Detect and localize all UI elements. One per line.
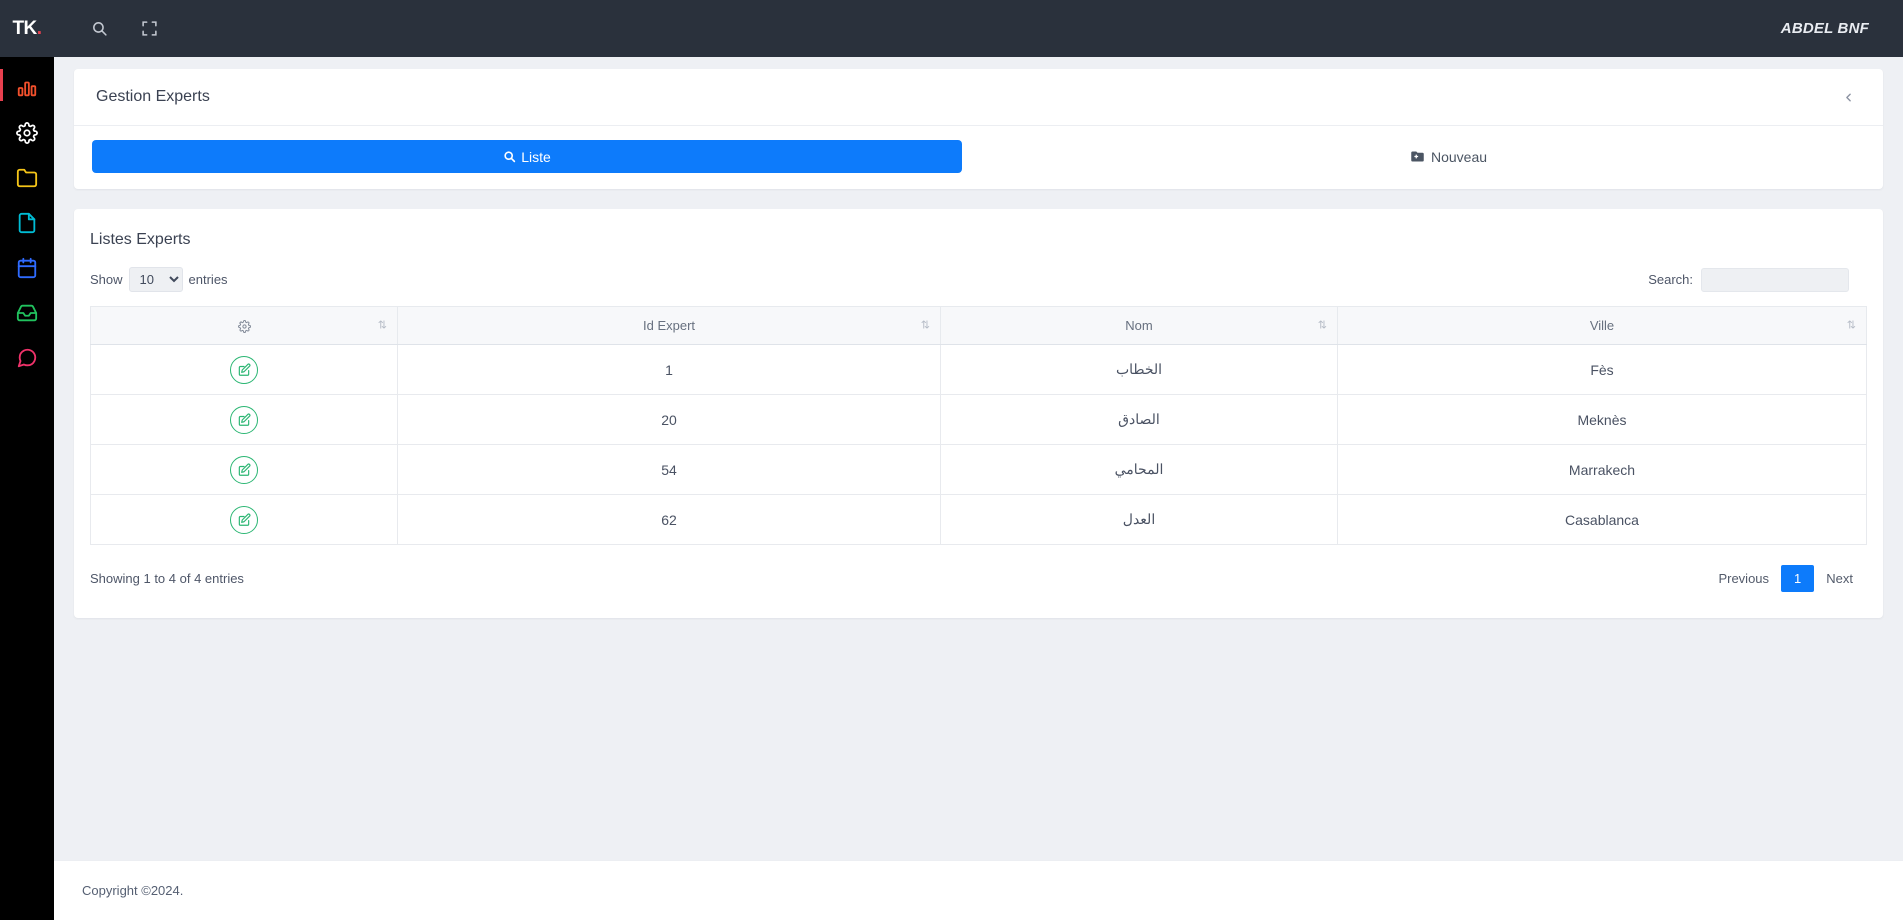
calendar-icon <box>17 257 37 278</box>
liste-button[interactable]: Liste <box>92 140 962 173</box>
cell-ville: Fès <box>1337 344 1867 395</box>
sidebar <box>0 57 54 920</box>
topbar-icon-group <box>82 12 166 46</box>
cell-ville: Casablanca <box>1337 494 1867 545</box>
file-icon <box>18 212 36 233</box>
experts-table: ⇅ Id Expert ⇅ Nom ⇅ Ville ⇅ 1 الخطاب Fès… <box>90 306 1867 545</box>
pagination: Previous 1 Next <box>1706 565 1865 592</box>
page-footer: Copyright ©2024. <box>54 860 1903 920</box>
edit-icon[interactable] <box>230 405 258 434</box>
cell-id-expert: 62 <box>397 494 941 545</box>
gear-icon <box>237 320 251 334</box>
sort-icon: ⇅ <box>920 319 930 331</box>
brand-text: TK <box>12 17 37 39</box>
cell-actions <box>90 394 398 445</box>
column-label: Id Expert <box>642 318 696 333</box>
folder-icon <box>16 168 38 187</box>
search-label: Search: <box>1648 272 1693 287</box>
cell-actions <box>90 444 398 495</box>
chevron-left-icon[interactable] <box>1836 87 1861 108</box>
pagination-previous[interactable]: Previous <box>1706 565 1781 592</box>
pagination-page-1[interactable]: 1 <box>1781 565 1815 592</box>
liste-button-label: Liste <box>521 148 551 165</box>
table-row: 62 العدل Casablanca <box>90 494 1867 545</box>
table-header-row: ⇅ Id Expert ⇅ Nom ⇅ Ville ⇅ <box>90 306 1867 345</box>
table-row: 54 المحامي Marrakech <box>90 444 1867 495</box>
sort-icon: ⇅ <box>1846 319 1856 331</box>
edit-icon[interactable] <box>230 505 258 534</box>
sort-icon: ⇅ <box>377 319 387 331</box>
action-tab-row: Liste Nouveau <box>74 126 1883 189</box>
page-title: Gestion Experts <box>96 88 210 105</box>
sidebar-item-settings[interactable] <box>0 110 54 155</box>
show-label: Show <box>90 272 123 287</box>
cell-actions <box>90 344 398 395</box>
brand-logo[interactable]: TK. <box>0 0 54 57</box>
gestion-experts-card: Gestion Experts Liste Nouveau <box>74 69 1883 189</box>
search-icon <box>504 151 516 163</box>
cell-id-expert: 20 <box>397 394 941 445</box>
nouveau-button-label: Nouveau <box>1431 148 1488 165</box>
cell-actions <box>90 494 398 545</box>
column-header-ville[interactable]: Ville ⇅ <box>1337 306 1867 345</box>
edit-icon[interactable] <box>230 355 258 384</box>
listes-experts-card: Listes Experts Show 10 25 50 100 entries… <box>74 209 1883 618</box>
card-header: Gestion Experts <box>74 69 1883 126</box>
sidebar-item-folders[interactable] <box>0 155 54 200</box>
table-row: 1 الخطاب Fès <box>90 344 1867 395</box>
edit-icon[interactable] <box>230 455 258 484</box>
datatable-controls: Show 10 25 50 100 entries Search: <box>74 249 1883 306</box>
gear-icon <box>16 121 38 144</box>
column-label: Nom <box>1125 318 1153 333</box>
column-header-id-expert[interactable]: Id Expert ⇅ <box>397 306 941 345</box>
sidebar-item-dashboard[interactable] <box>0 65 54 110</box>
search-input[interactable] <box>1701 267 1849 292</box>
cell-ville: Meknès <box>1337 394 1867 445</box>
table-body: 1 الخطاب Fès 20 الصادق Meknès 54 المحامي… <box>90 344 1867 545</box>
copyright-text: Copyright ©2024. <box>82 883 184 898</box>
sidebar-item-documents[interactable] <box>0 200 54 245</box>
list-card-title: Listes Experts <box>90 231 191 248</box>
column-header-nom[interactable]: Nom ⇅ <box>940 306 1338 345</box>
fullscreen-icon[interactable] <box>132 12 166 46</box>
sidebar-item-inbox[interactable] <box>0 290 54 335</box>
cell-ville: Marrakech <box>1337 444 1867 495</box>
cell-nom: المحامي <box>940 444 1338 495</box>
list-card-header: Listes Experts <box>74 209 1883 249</box>
brand-dot: . <box>36 17 42 39</box>
datatable-search: Search: <box>1648 267 1867 292</box>
sidebar-item-calendar[interactable] <box>0 245 54 290</box>
pagination-next[interactable]: Next <box>1814 565 1865 592</box>
nouveau-button[interactable]: Nouveau <box>1410 149 1487 165</box>
sidebar-item-messages[interactable] <box>0 335 54 380</box>
cell-nom: العدل <box>940 494 1338 545</box>
cell-nom: الصادق <box>940 394 1338 445</box>
main-content: Gestion Experts Liste Nouveau Listes Exp… <box>54 57 1903 920</box>
folder-plus-icon <box>1411 151 1424 162</box>
chat-icon <box>17 348 37 367</box>
cell-id-expert: 54 <box>397 444 941 495</box>
sort-icon: ⇅ <box>1317 319 1327 331</box>
table-row: 20 الصادق Meknès <box>90 394 1867 445</box>
top-bar: TK. ABDEL BNF <box>0 0 1903 57</box>
entries-length-control: Show 10 25 50 100 entries <box>90 267 228 292</box>
table-head: ⇅ Id Expert ⇅ Nom ⇅ Ville ⇅ <box>90 306 1867 345</box>
entries-select[interactable]: 10 25 50 100 <box>128 267 183 292</box>
column-header-actions[interactable]: ⇅ <box>90 306 398 345</box>
search-icon[interactable] <box>82 12 116 46</box>
cell-nom: الخطاب <box>940 344 1338 395</box>
table-info: Showing 1 to 4 of 4 entries <box>90 571 244 586</box>
user-name[interactable]: ABDEL BNF <box>1781 20 1869 37</box>
bar-chart-icon <box>17 81 37 96</box>
column-label: Ville <box>1589 318 1615 333</box>
entries-label: entries <box>188 272 228 287</box>
cell-id-expert: 1 <box>397 344 941 395</box>
datatable-footer: Showing 1 to 4 of 4 entries Previous 1 N… <box>74 545 1883 618</box>
inbox-icon <box>16 304 38 321</box>
